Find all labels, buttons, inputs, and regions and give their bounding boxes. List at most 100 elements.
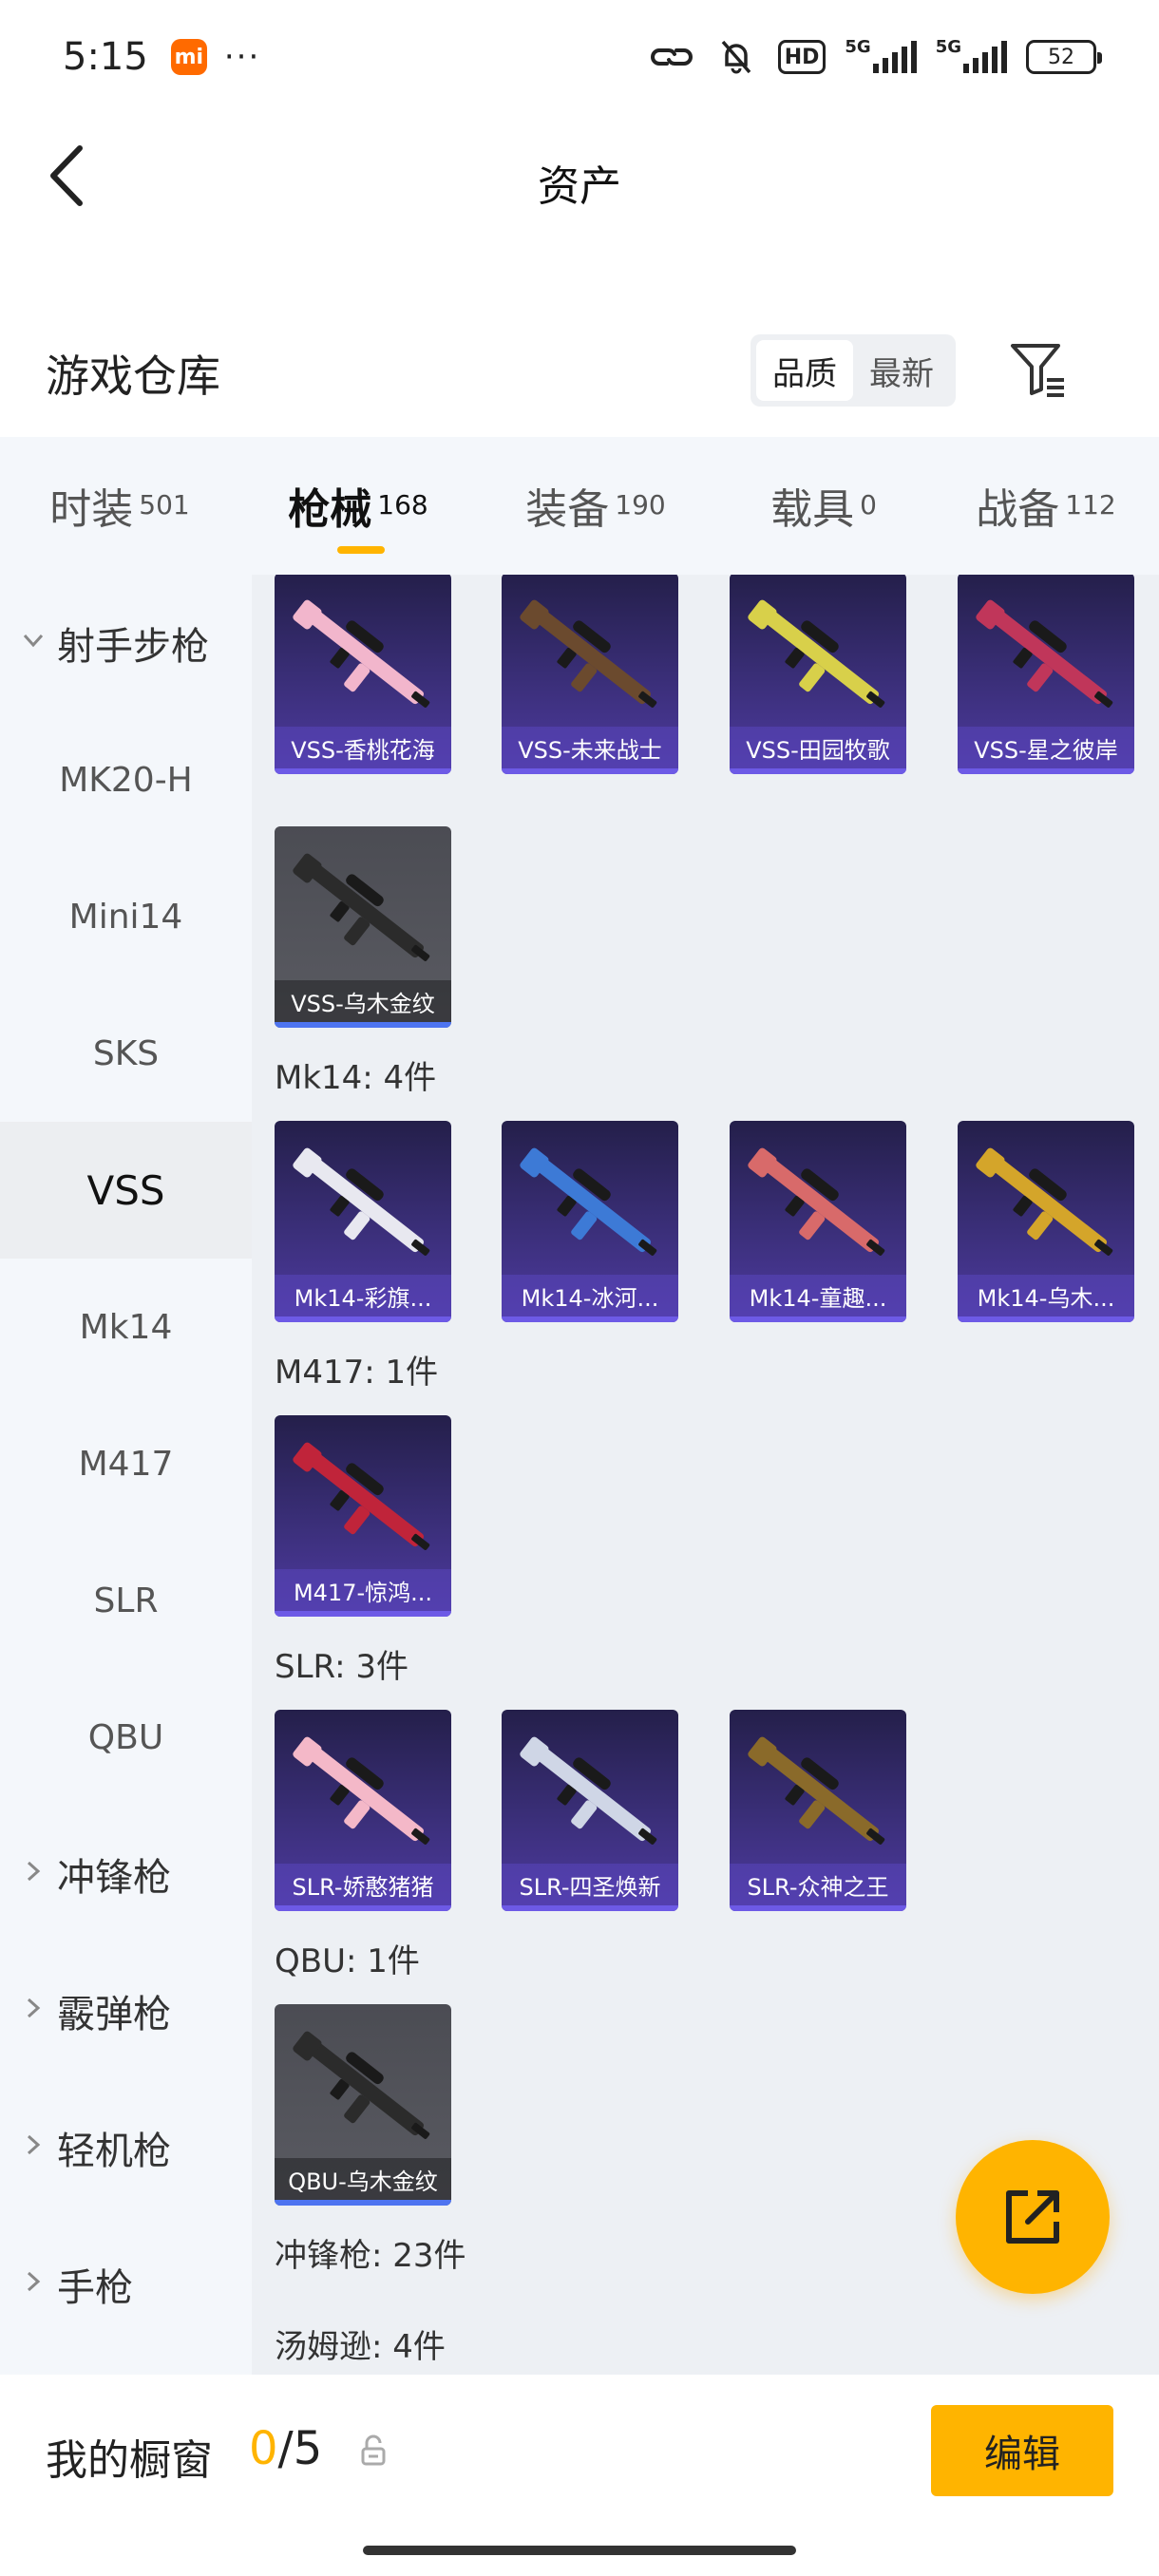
skin-card[interactable]: QBU-乌木金纹	[275, 2004, 451, 2206]
tab-fashion[interactable]: 时装 501	[0, 437, 239, 575]
rarity-bar	[730, 768, 906, 774]
edit-button[interactable]: 编辑	[931, 2405, 1113, 2496]
sidebar-item-mini14[interactable]: Mini14	[0, 848, 252, 985]
showcase-title: 我的橱窗	[46, 2436, 213, 2485]
sidebar-item-mk20h[interactable]: MK20-H	[0, 711, 252, 848]
skin-name: SLR-四圣焕新	[502, 1864, 678, 1905]
warehouse-title: 游戏仓库	[46, 350, 220, 402]
network-label-1: 5G	[845, 37, 871, 57]
rarity-bar	[958, 1316, 1134, 1322]
skin-card[interactable]: SLR-娇憨猪猪	[275, 1710, 451, 1911]
section-title-smg: 冲锋枪: 23件	[275, 2237, 466, 2275]
sidebar-item-label: VSS	[86, 1166, 165, 1214]
rarity-bar	[502, 768, 678, 774]
sidebar-group-shotgun[interactable]: 霰弹枪	[0, 1942, 252, 2079]
skin-card[interactable]: Mk14-乌木...	[958, 1121, 1134, 1322]
skin-card[interactable]: VSS-田园牧歌	[730, 575, 906, 774]
rarity-bar	[275, 1611, 451, 1617]
sidebar-item-sks[interactable]: SKS	[0, 985, 252, 1122]
rarity-bar	[275, 768, 451, 774]
sidebar-item-vss[interactable]: VSS	[0, 1122, 252, 1259]
tab-active-indicator	[337, 546, 385, 554]
battery-icon: 52	[1026, 40, 1102, 74]
nav-bar: 资产	[0, 114, 1159, 237]
tab-count: 190	[615, 489, 666, 521]
skin-card[interactable]: VSS-星之彼岸	[958, 575, 1134, 774]
tab-supplies[interactable]: 战备 112	[933, 437, 1159, 575]
sidebar-group-lmg[interactable]: 轻机枪	[0, 2079, 252, 2216]
skin-name: VSS-田园牧歌	[730, 727, 906, 768]
home-indicator[interactable]	[363, 2546, 796, 2555]
skin-card[interactable]: VSS-乌木金纹	[275, 826, 451, 1028]
skin-name: VSS-未来战士	[502, 727, 678, 768]
tab-firearms[interactable]: 枪械 168	[239, 437, 477, 575]
skin-name: Mk14-童趣...	[730, 1275, 906, 1316]
rarity-bar	[275, 1905, 451, 1911]
tab-equipment[interactable]: 装备 190	[477, 437, 714, 575]
skin-card[interactable]: VSS-未来战士	[502, 575, 678, 774]
skin-name: VSS-香桃花海	[275, 727, 451, 768]
signal-1: 5G	[845, 37, 917, 73]
sidebar-item-mk14[interactable]: Mk14	[0, 1259, 252, 1395]
skin-card[interactable]: VSS-香桃花海	[275, 575, 451, 774]
section-title-m417: M417: 1件	[275, 1354, 439, 1392]
link-icon	[649, 38, 694, 76]
rifle-skin-image	[293, 853, 430, 961]
sidebar-group-dmr[interactable]: 射手步枪	[0, 575, 252, 711]
sidebar-item-qbu[interactable]: QBU	[0, 1669, 252, 1806]
rifle-skin-image	[293, 1147, 430, 1256]
rifle-skin-image	[293, 2031, 430, 2139]
skin-name: VSS-星之彼岸	[958, 727, 1134, 768]
skin-name: SLR-娇憨猪猪	[275, 1864, 451, 1905]
rifle-skin-image	[293, 1736, 430, 1845]
tab-count: 0	[860, 489, 877, 521]
sidebar-item-slr[interactable]: SLR	[0, 1532, 252, 1669]
sidebar-item-label: M417	[78, 1444, 174, 1484]
skin-name: Mk14-彩旗...	[275, 1275, 451, 1316]
tab-vehicles[interactable]: 载具 0	[714, 437, 933, 575]
sidebar-item-label: QBU	[87, 1717, 164, 1757]
tab-label: 装备	[525, 485, 610, 534]
lock-icon	[361, 2434, 386, 2466]
skin-name: M417-惊鸿...	[275, 1569, 451, 1611]
filter-button[interactable]	[1007, 338, 1068, 399]
share-fab-button[interactable]	[956, 2140, 1110, 2294]
sidebar-item-label: SKS	[92, 1033, 160, 1073]
tab-label: 时装	[49, 485, 134, 534]
skin-card[interactable]: Mk14-童趣...	[730, 1121, 906, 1322]
skin-card[interactable]: SLR-众神之王	[730, 1710, 906, 1911]
signal-2: 5G	[936, 37, 1007, 73]
skin-card[interactable]: Mk14-冰河...	[502, 1121, 678, 1322]
more-notifications-icon: ···	[223, 38, 261, 76]
chevron-right-icon	[27, 2271, 41, 2292]
section-title-slr: SLR: 3件	[275, 1648, 408, 1686]
chevron-down-icon	[23, 634, 44, 648]
sort-newest-button[interactable]: 最新	[853, 340, 950, 401]
sidebar-group-smg[interactable]: 冲锋枪	[0, 1806, 252, 1942]
rarity-bar	[730, 1905, 906, 1911]
rifle-skin-image	[976, 1147, 1113, 1256]
showcase-count-total: /5	[277, 2422, 323, 2475]
chevron-right-icon	[27, 1998, 41, 2018]
sidebar-item-label: 轻机枪	[57, 2130, 171, 2173]
weapon-type-sidebar: 射手步枪 MK20-H Mini14 SKS VSS Mk14 M417 SLR…	[0, 575, 252, 2375]
tab-count: 168	[377, 489, 428, 521]
warehouse-header: 游戏仓库 品质 最新	[0, 313, 1159, 427]
chevron-right-icon	[27, 2134, 41, 2155]
network-label-2: 5G	[935, 37, 961, 57]
section-title-thompson: 汤姆逊: 4件	[275, 2328, 446, 2366]
rarity-bar	[275, 1022, 451, 1028]
skin-name: Mk14-乌木...	[958, 1275, 1134, 1316]
rifle-skin-image	[748, 1147, 885, 1256]
sidebar-item-label: Mk14	[79, 1307, 173, 1347]
sidebar-item-label: 霰弹枪	[57, 1993, 171, 2036]
sort-quality-button[interactable]: 品质	[756, 340, 853, 401]
sidebar-item-m417[interactable]: M417	[0, 1395, 252, 1532]
sidebar-group-pistol[interactable]: 手枪	[0, 2216, 252, 2353]
rifle-skin-image	[520, 1147, 657, 1256]
skin-card[interactable]: M417-惊鸿...	[275, 1415, 451, 1617]
skin-card[interactable]: Mk14-彩旗...	[275, 1121, 451, 1322]
skin-name: SLR-众神之王	[730, 1864, 906, 1905]
sidebar-item-label: 射手步枪	[57, 625, 209, 669]
skin-card[interactable]: SLR-四圣焕新	[502, 1710, 678, 1911]
